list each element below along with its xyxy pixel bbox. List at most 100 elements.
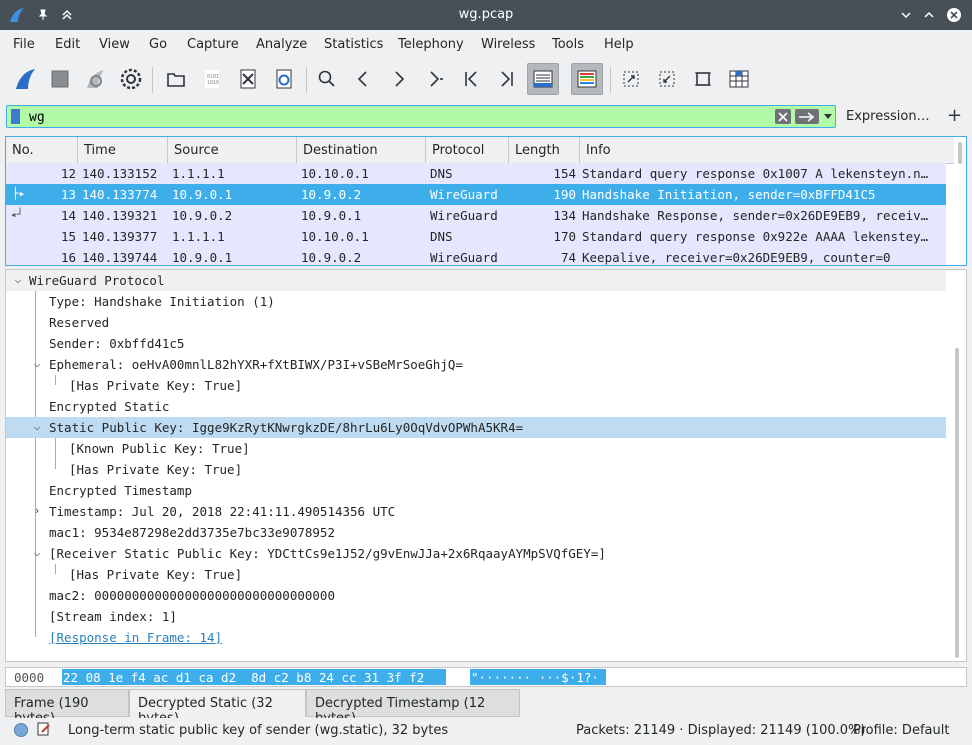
menu-tools[interactable]: Tools (552, 37, 584, 52)
packet-time: 140.133152 (82, 166, 158, 181)
auto-scroll-button[interactable] (527, 63, 559, 95)
open-file-button[interactable] (160, 63, 192, 95)
tree-row[interactable]: Encrypted Timestamp (6, 480, 946, 501)
tree-row[interactable]: ⌵ WireGuard Protocol (6, 270, 946, 291)
tree-row[interactable]: Sender: 0xbffd41c5 (6, 333, 946, 354)
title-bar: wg.pcap (0, 0, 972, 30)
add-filter-button[interactable]: + (947, 105, 962, 126)
reload-file-button[interactable] (268, 63, 300, 95)
menu-view[interactable]: View (99, 37, 130, 52)
details-scrollbar[interactable] (955, 348, 959, 658)
stop-capture-button[interactable] (44, 63, 76, 95)
tree-row[interactable]: [Stream index: 1] (6, 606, 946, 627)
menu-capture[interactable]: Capture (187, 37, 239, 52)
expression-button[interactable]: Expression… (846, 109, 930, 124)
menu-go[interactable]: Go (149, 37, 167, 52)
column-destination[interactable]: Destination (297, 137, 426, 164)
display-filter-input[interactable]: wg (6, 105, 836, 128)
last-packet-button[interactable] (491, 63, 523, 95)
filter-bookmark-icon[interactable] (11, 109, 20, 124)
minimize-icon[interactable] (897, 6, 915, 24)
colorize-button[interactable] (571, 63, 603, 95)
save-file-button[interactable]: 0101 1010 (196, 63, 228, 95)
close-file-button[interactable] (232, 63, 264, 95)
first-packet-button[interactable] (455, 63, 487, 95)
search-icon (318, 70, 335, 87)
packet-count: Packets: 21149 · Displayed: 21149 (100.0… (576, 723, 866, 738)
bytes-ascii[interactable]: "······· ···$·1?· (470, 669, 606, 685)
packet-time: 140.139377 (82, 229, 158, 244)
chevron-down-icon[interactable]: ⌵ (12, 273, 24, 286)
byte-source-tabs: Frame (190 bytes) Decrypted Static (32 b… (0, 689, 972, 726)
column-no[interactable]: No. (6, 137, 78, 164)
bytes-hex[interactable]: 22 08 1e f4 ac d1 ca d2 8d c2 b8 24 cc 3… (62, 669, 446, 685)
tree-row-selected[interactable]: ⌵ Static Public Key: Igge9KzRytKNwrgkzDE… (6, 417, 946, 438)
tree-row[interactable]: [Response in Frame: 14] (6, 627, 946, 648)
response-frame-link[interactable]: [Response in Frame: 14] (49, 630, 222, 645)
close-icon[interactable] (945, 6, 963, 24)
menu-statistics[interactable]: Statistics (324, 37, 383, 52)
chevron-right-icon[interactable]: › (31, 504, 43, 517)
tree-row[interactable]: Reserved (6, 312, 946, 333)
packet-list-scrollbar[interactable] (958, 142, 962, 164)
column-info[interactable]: Info (580, 137, 954, 164)
status-message: Long-term static public key of sender (w… (68, 723, 449, 738)
capture-options-button[interactable] (115, 63, 147, 95)
chevron-down-icon[interactable]: ⌵ (31, 546, 43, 559)
tree-row[interactable]: [Has Private Key: True] (6, 375, 946, 396)
zoom-in-icon (623, 71, 639, 87)
previous-packet-button[interactable] (347, 63, 379, 95)
menu-analyze[interactable]: Analyze (256, 37, 307, 52)
packet-no: 13 (60, 187, 76, 202)
tree-row[interactable]: mac1: 9534e87298e2dd3735e7bc33e9078952 (6, 522, 946, 543)
menu-wireless[interactable]: Wireless (481, 37, 535, 52)
profile-label[interactable]: Profile: Default (853, 723, 949, 738)
tree-row[interactable]: › Timestamp: Jul 20, 2018 22:41:11.49051… (6, 501, 946, 522)
packet-info: Handshake Response, sender=0x26DE9EB9, r… (582, 208, 929, 223)
chevron-down-icon[interactable]: ⌵ (31, 420, 43, 433)
normal-size-button[interactable] (687, 63, 719, 95)
tab-decrypted-static[interactable]: Decrypted Static (32 bytes) (129, 689, 306, 726)
start-capture-button[interactable] (10, 63, 42, 95)
next-packet-button[interactable] (383, 63, 415, 95)
packet-destination: 10.9.0.1 (301, 208, 362, 223)
packet-row[interactable]: 15 140.139377 1.1.1.1 10.10.0.1 DNS 170 … (6, 226, 946, 247)
maximize-icon[interactable] (920, 6, 938, 24)
tree-row[interactable]: [Has Private Key: True] (6, 459, 946, 480)
menu-telephony[interactable]: Telephony (398, 37, 464, 52)
zoom-out-button[interactable] (651, 63, 683, 95)
packet-row-selected[interactable]: ├▸ 13 140.133774 10.9.0.1 10.9.0.2 WireG… (6, 184, 946, 205)
column-length[interactable]: Length (509, 137, 580, 164)
packet-row[interactable]: 12 140.133152 1.1.1.1 10.10.0.1 DNS 154 … (6, 163, 946, 184)
tree-row[interactable]: mac2: 00000000000000000000000000000000 (6, 585, 946, 606)
clear-filter-icon[interactable] (775, 109, 791, 124)
go-to-packet-button[interactable] (419, 63, 451, 95)
tab-frame[interactable]: Frame (190 bytes) (5, 689, 129, 726)
window-title: wg.pcap (458, 7, 514, 22)
tree-row[interactable]: ⌵ [Receiver Static Public Key: YDCttCs9e… (6, 543, 946, 564)
column-protocol[interactable]: Protocol (426, 137, 509, 164)
menu-help[interactable]: Help (604, 37, 634, 52)
apply-filter-icon[interactable] (795, 109, 819, 124)
column-time[interactable]: Time (78, 137, 168, 164)
filter-dropdown-icon[interactable] (823, 110, 833, 124)
packet-row[interactable]: 16 140.139744 10.9.0.1 10.9.0.2 WireGuar… (6, 247, 946, 265)
menu-edit[interactable]: Edit (55, 37, 80, 52)
restart-capture-button[interactable] (80, 63, 112, 95)
capture-status-icon[interactable] (14, 723, 28, 737)
find-packet-button[interactable] (311, 63, 343, 95)
resize-columns-button[interactable] (723, 63, 755, 95)
menu-file[interactable]: File (13, 37, 35, 52)
zoom-in-button[interactable] (615, 63, 647, 95)
tab-decrypted-timestamp[interactable]: Decrypted Timestamp (12 bytes) (306, 689, 520, 726)
edit-comment-icon[interactable] (37, 722, 51, 740)
tree-row[interactable]: [Has Private Key: True] (6, 564, 946, 585)
tree-row-text: [Receiver Static Public Key: YDCttCs9e1J… (49, 546, 606, 561)
tree-row[interactable]: Type: Handshake Initiation (1) (6, 291, 946, 312)
chevron-down-icon[interactable]: ⌵ (31, 357, 43, 370)
tree-row[interactable]: [Known Public Key: True] (6, 438, 946, 459)
tree-row[interactable]: Encrypted Static (6, 396, 946, 417)
tree-row[interactable]: ⌵ Ephemeral: oeHvA00mnlL82hYXR+fXtBIWX/P… (6, 354, 946, 375)
packet-row[interactable]: ◂┘ 14 140.139321 10.9.0.2 10.9.0.1 WireG… (6, 205, 946, 226)
column-source[interactable]: Source (168, 137, 297, 164)
